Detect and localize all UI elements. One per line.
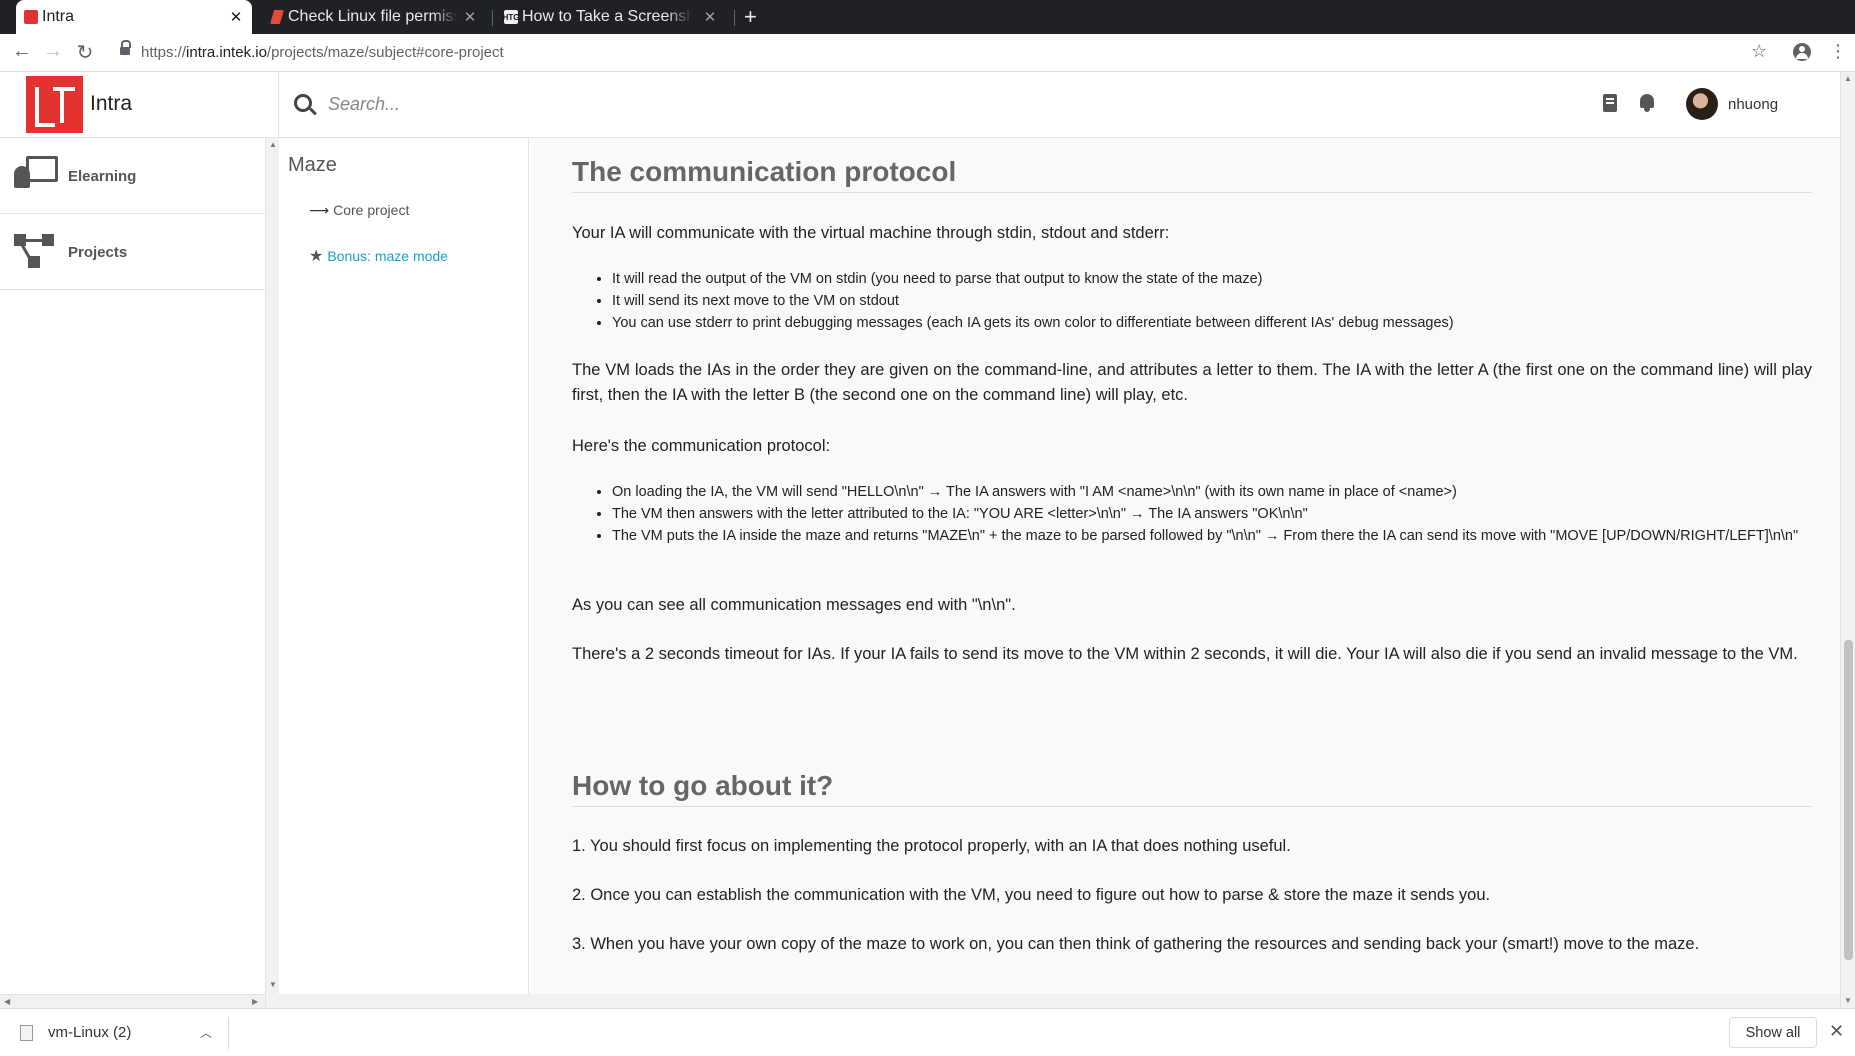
close-tab-icon[interactable]: ✕ bbox=[228, 8, 244, 26]
brand-name: Intra bbox=[90, 92, 133, 115]
subject-nav: Maze ⟶ Core project ★ Bonus: maze mode bbox=[279, 138, 529, 1008]
subnav-link-core-project[interactable]: ⟶ Core project bbox=[309, 202, 409, 219]
intra-logo-icon bbox=[24, 10, 38, 24]
scroll-down-icon[interactable]: ▼ bbox=[269, 980, 277, 989]
subnav-link-bonus[interactable]: ★ Bonus: maze mode bbox=[309, 246, 448, 266]
sidebar-item-label: Projects bbox=[68, 244, 128, 261]
avatar[interactable] bbox=[1686, 88, 1718, 120]
sidebar: Elearning Projects bbox=[0, 138, 265, 1008]
tab-title: Check Linux file permissions bbox=[288, 8, 458, 25]
close-tab-icon[interactable]: ✕ bbox=[702, 8, 718, 26]
subnav-link-label: Core project bbox=[333, 202, 410, 218]
scroll-left-icon[interactable]: ◀ bbox=[4, 997, 10, 1006]
tab-separator bbox=[492, 10, 493, 26]
download-shelf: vm-Linux (2) ︿ Show all ✕ bbox=[0, 1008, 1855, 1056]
paragraph: As you can see all communication message… bbox=[572, 596, 1016, 614]
back-icon[interactable]: ← bbox=[10, 40, 34, 63]
paragraph: There's a 2 seconds timeout for IAs. If … bbox=[572, 645, 1798, 663]
sidebar-item-label: Elearning bbox=[68, 168, 137, 185]
sidebar-item-elearning[interactable]: Elearning bbox=[0, 138, 265, 214]
htg-site-icon: HTG bbox=[503, 10, 519, 24]
paragraph: Your IA will communicate with the virtua… bbox=[572, 224, 1170, 242]
search-input[interactable] bbox=[328, 88, 928, 120]
elearning-icon bbox=[14, 156, 58, 188]
list-item: On loading the IA, the VM will send "HEL… bbox=[612, 481, 1812, 503]
sidebar-scrollbar[interactable]: ▲ ▼ bbox=[265, 138, 279, 1008]
paragraph: The VM loads the IAs in the order they a… bbox=[572, 361, 1812, 404]
section-heading-protocol: The communication protocol bbox=[572, 156, 1812, 193]
linux-site-icon bbox=[270, 10, 284, 24]
brand-area[interactable]: Intra bbox=[0, 72, 279, 138]
chevron-up-icon[interactable]: ︿ bbox=[200, 1024, 212, 1041]
paragraph: Here's the communication protocol: bbox=[572, 437, 831, 455]
browser-tab-linux-permissions[interactable]: Check Linux file permissions ✕ bbox=[262, 0, 486, 34]
bullet-list-protocol: On loading the IA, the VM will send "HEL… bbox=[612, 481, 1812, 547]
username[interactable]: nhuong bbox=[1728, 96, 1778, 113]
page-scrollbar[interactable]: ▲ ▼ bbox=[1840, 72, 1855, 1008]
sidebar-horizontal-scrollbar[interactable]: ◀ ▶ bbox=[0, 994, 265, 1008]
intra-logo-icon[interactable] bbox=[26, 76, 83, 133]
scroll-right-icon[interactable]: ▶ bbox=[252, 997, 258, 1006]
list-item: You can use stderr to print debugging me… bbox=[612, 312, 1812, 334]
subnav-link-label: Bonus: maze mode bbox=[327, 248, 448, 264]
menu-dots-icon[interactable]: ⋮ bbox=[1829, 41, 1847, 62]
close-tab-icon[interactable]: ✕ bbox=[462, 8, 478, 26]
browser-tab-strip: Intra ✕ Check Linux file permissions ✕ H… bbox=[0, 0, 1855, 34]
tab-title: Intra bbox=[42, 8, 75, 25]
list-item: It will send its next move to the VM on … bbox=[612, 290, 1812, 312]
step-item: 3. When you have your own copy of the ma… bbox=[572, 935, 1700, 953]
bell-icon[interactable] bbox=[1640, 94, 1654, 112]
url-scheme: https:// bbox=[141, 44, 187, 61]
section-heading-how-to: How to go about it? bbox=[572, 770, 1812, 807]
scroll-thumb[interactable] bbox=[1844, 640, 1853, 960]
scroll-down-icon[interactable]: ▼ bbox=[1844, 996, 1852, 1005]
bullet-list-io: It will read the output of the VM on std… bbox=[612, 268, 1812, 334]
scroll-up-icon[interactable]: ▲ bbox=[1844, 74, 1852, 83]
bookmark-star-icon[interactable]: ☆ bbox=[1751, 41, 1767, 62]
arrow-right-icon: ⟶ bbox=[309, 202, 330, 218]
app-header: Intra nhuong bbox=[0, 72, 1840, 138]
list-item: It will read the output of the VM on std… bbox=[612, 268, 1812, 290]
subject-nav-title: Maze bbox=[288, 154, 337, 176]
tab-separator bbox=[734, 10, 735, 26]
subject-content: The communication protocol Your IA will … bbox=[530, 138, 1840, 1008]
browser-tab-intra[interactable]: Intra ✕ bbox=[16, 0, 252, 34]
book-icon[interactable] bbox=[1603, 94, 1617, 112]
browser-toolbar: ← → ↻ https://intra.intek.io/projects/ma… bbox=[0, 34, 1855, 72]
projects-icon bbox=[14, 234, 56, 270]
address-bar[interactable]: https://intra.intek.io/projects/maze/sub… bbox=[141, 44, 504, 61]
browser-tab-screenshot[interactable]: HTG How to Take a Screenshot ✕ bbox=[496, 0, 726, 34]
url-host: intra.intek.io bbox=[186, 44, 267, 61]
step-item: 2. Once you can establish the communicat… bbox=[572, 886, 1491, 904]
download-file-name[interactable]: vm-Linux (2) bbox=[48, 1024, 131, 1041]
lock-icon bbox=[120, 40, 131, 56]
file-icon bbox=[20, 1025, 33, 1041]
list-item: The VM puts the IA inside the maze and r… bbox=[612, 525, 1812, 547]
account-icon[interactable] bbox=[1793, 43, 1811, 61]
scroll-up-icon[interactable]: ▲ bbox=[269, 140, 277, 149]
url-path: /projects/maze/subject#core-project bbox=[266, 44, 504, 61]
tab-title: How to Take a Screenshot bbox=[522, 8, 692, 25]
list-item: The VM then answers with the letter attr… bbox=[612, 503, 1812, 525]
content-horizontal-scrollbar[interactable] bbox=[279, 994, 1840, 1008]
step-item: 1. You should first focus on implementin… bbox=[572, 837, 1291, 855]
reload-icon[interactable]: ↻ bbox=[73, 40, 97, 65]
shelf-divider bbox=[228, 1017, 229, 1049]
close-icon[interactable]: ✕ bbox=[1829, 1021, 1844, 1042]
forward-icon[interactable]: → bbox=[41, 40, 65, 63]
show-all-button[interactable]: Show all bbox=[1729, 1017, 1817, 1048]
search-icon bbox=[294, 94, 312, 112]
new-tab-icon[interactable]: + bbox=[744, 4, 757, 30]
star-icon: ★ bbox=[309, 248, 324, 265]
